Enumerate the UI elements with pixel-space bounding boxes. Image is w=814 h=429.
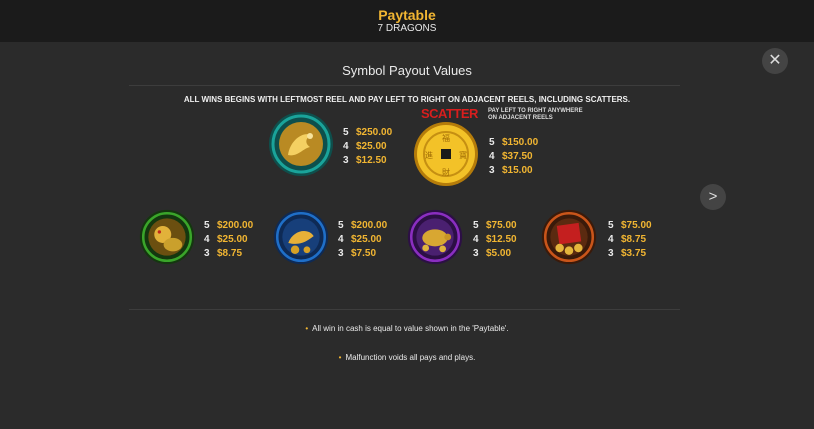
svg-text:福: 福 <box>442 134 450 143</box>
red-envelope-icon <box>541 209 597 265</box>
note-item: • All win in cash is equal to value shown… <box>305 324 509 333</box>
lion-icon <box>139 209 195 265</box>
chevron-right-icon: > <box>708 188 718 205</box>
page-title: Paytable <box>378 7 436 23</box>
payout-row: 3 $8.75 <box>204 248 243 259</box>
payout-row: 4 $25.00 <box>338 234 382 245</box>
section-title: Symbol Payout Values <box>342 63 472 78</box>
dragon-icon <box>268 111 334 177</box>
payout-row: 5 $150.00 <box>489 137 539 148</box>
scatter-note: PAY LEFT TO RIGHT ANYWHERE ON ADJACENT R… <box>488 108 583 121</box>
koi-icon <box>273 209 329 265</box>
next-page-button[interactable]: > <box>700 184 726 210</box>
payout-row: 3 $3.75 <box>608 248 647 259</box>
payout-row: 5 $75.00 <box>608 220 652 231</box>
koi-payouts: 5 $200.00 4 $25.00 3 $7.50 <box>338 219 387 261</box>
coin-icon: 福 財 進 寶 <box>413 121 479 187</box>
game-name: 7 DRAGONS <box>377 23 437 34</box>
dragon-payouts: 5 $250.00 4 $25.00 3 $12.50 <box>343 126 392 168</box>
payout-row: 4 $37.50 <box>489 151 533 162</box>
header-bar: Paytable 7 DRAGONS <box>0 0 814 42</box>
divider <box>129 309 680 310</box>
note-item: • Malfunction voids all pays and plays. <box>338 353 476 362</box>
payout-row: 3 $15.00 <box>489 165 533 176</box>
payout-row: 3 $7.50 <box>338 248 377 259</box>
payout-row: 5 $200.00 <box>204 220 254 231</box>
svg-text:寶: 寶 <box>459 150 467 160</box>
divider <box>129 85 680 86</box>
svg-text:進: 進 <box>425 151 433 160</box>
turtle-payouts: 5 $75.00 4 $12.50 3 $5.00 <box>473 219 517 261</box>
envelope-payouts: 5 $75.00 4 $8.75 3 $3.75 <box>608 219 652 261</box>
payout-row: 5 $250.00 <box>343 127 393 138</box>
payout-row: 5 $200.00 <box>338 220 388 231</box>
scatter-label: SCATTER <box>421 106 478 121</box>
coin-payouts: 5 $150.00 4 $37.50 3 $15.00 <box>489 136 538 178</box>
payout-row: 4 $25.00 <box>343 141 387 152</box>
svg-text:財: 財 <box>442 167 450 177</box>
payout-row: 3 $5.00 <box>473 248 512 259</box>
payout-row: 3 $12.50 <box>343 155 387 166</box>
turtle-icon <box>407 209 463 265</box>
rules-text: ALL WINS BEGINS WITH LEFTMOST REEL AND P… <box>183 95 631 104</box>
payout-row: 4 $12.50 <box>473 234 517 245</box>
payout-row: 4 $8.75 <box>608 234 647 245</box>
lion-payouts: 5 $200.00 4 $25.00 3 $8.75 <box>204 219 253 261</box>
payout-row: 5 $75.00 <box>473 220 517 231</box>
payout-row: 4 $25.00 <box>204 234 248 245</box>
